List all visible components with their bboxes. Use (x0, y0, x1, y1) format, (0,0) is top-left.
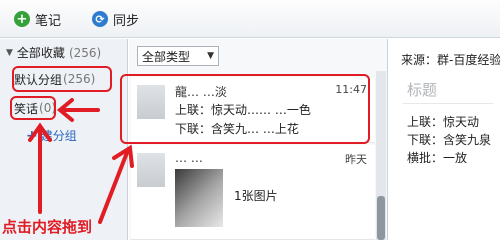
divider (403, 103, 493, 104)
all-favorites-count: (256) (68, 45, 102, 60)
all-favorites-label: 全部收藏 (16, 46, 65, 60)
new-group-button[interactable]: + 建分组 (26, 127, 77, 144)
plus-icon: + (14, 11, 30, 27)
new-note-button[interactable]: + 笔记 (14, 8, 61, 30)
avatar (137, 153, 165, 187)
highlight-box-jokes (10, 96, 56, 120)
note-body-line[interactable]: 横批：一放 (407, 149, 467, 166)
note-time: 昨天 (345, 153, 367, 166)
type-filter-value: 全部类型 (142, 49, 191, 64)
attachment-count: 1张图片 (234, 189, 278, 203)
sync-button[interactable]: ⟳ 同步 (92, 8, 139, 30)
chevron-down-icon: ▼ (207, 51, 214, 61)
notes-app-window: + 笔记 ⟳ 同步 ▼ 全部收藏 (256) 默认分组 (256) 笑话 (0)… (0, 0, 500, 240)
toolbar: + 笔记 ⟳ 同步 (0, 0, 500, 38)
note-title-input[interactable]: 标题 (407, 79, 437, 100)
sync-label: 同步 (113, 13, 140, 29)
highlight-box-default-group (12, 66, 112, 92)
new-group-label: 建分组 (40, 129, 77, 143)
sidebar-all-favorites[interactable]: ▼ 全部收藏 (256) (6, 44, 101, 61)
note-body-line[interactable]: 下联：含笑九泉 (407, 131, 491, 148)
photo-thumbnail[interactable] (175, 169, 223, 227)
note-source: 来源：群-百度经验 (401, 53, 500, 67)
list-item[interactable]: … … 昨天 1张图片 (131, 145, 375, 240)
note-body-line[interactable]: 上联：惊天动 (407, 113, 479, 130)
annotation-caption: 点击内容拖到 (2, 218, 93, 236)
note-detail-pane: 来源：群-百度经验 标题 上联：惊天动 下联：含笑九泉 横批：一放 (389, 39, 500, 240)
collapse-triangle-icon[interactable]: ▼ (6, 48, 13, 58)
list-scrollbar[interactable] (376, 71, 386, 240)
type-filter-select[interactable]: 全部类型 ▼ (137, 46, 219, 66)
scrollbar-thumb[interactable] (377, 196, 385, 240)
new-note-label: 笔记 (35, 13, 62, 29)
highlight-box-note (120, 74, 370, 144)
note-title: … … (175, 151, 203, 165)
add-icon: + (26, 127, 38, 144)
sync-icon: ⟳ (92, 11, 108, 27)
